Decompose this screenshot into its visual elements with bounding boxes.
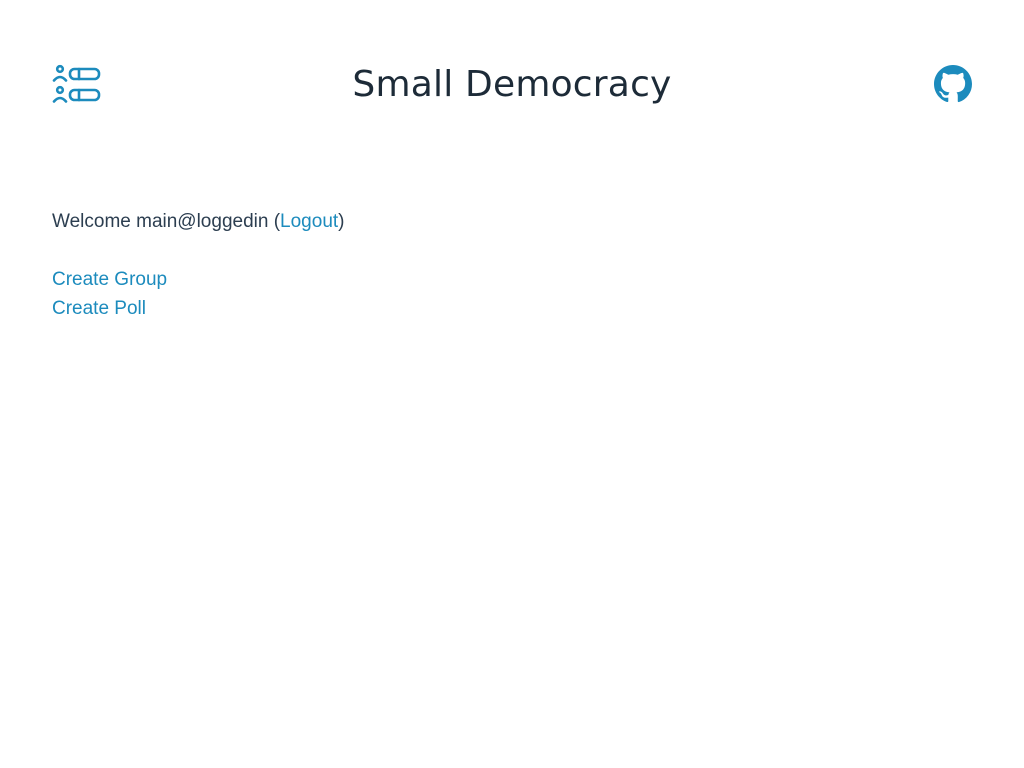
page-header: Small Democracy xyxy=(0,0,1024,170)
github-icon[interactable] xyxy=(934,65,972,103)
action-links: Create Group Create Poll xyxy=(52,265,952,323)
welcome-suffix: ) xyxy=(338,211,345,232)
logout-link[interactable]: Logout xyxy=(280,211,338,232)
page-title: Small Democracy xyxy=(352,64,672,105)
welcome-text: Welcome main@loggedin ( xyxy=(52,211,281,232)
create-group-link[interactable]: Create Group xyxy=(52,265,952,294)
create-poll-link[interactable]: Create Poll xyxy=(52,294,952,323)
main-content: Welcome main@loggedin (Logout) Create Gr… xyxy=(52,208,952,323)
welcome-message: Welcome main@loggedin (Logout) xyxy=(52,208,952,236)
